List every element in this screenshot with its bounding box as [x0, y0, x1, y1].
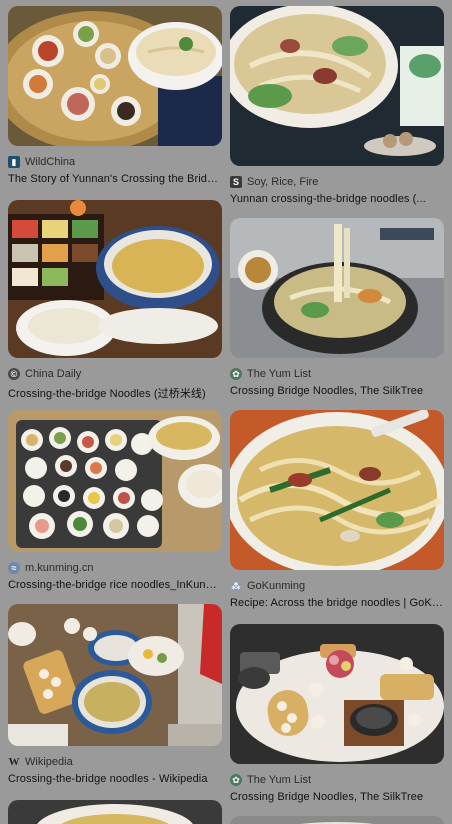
result-thumbnail[interactable]: [230, 6, 444, 166]
result-title[interactable]: The Story of Yunnan's Crossing the Bridg…: [8, 173, 222, 185]
source-row[interactable]: ⁂ GoKunming: [230, 578, 444, 594]
tray-of-dishes-image: [8, 410, 222, 552]
result-card[interactable]: S Soy, Rice, Fire Yunnan crossing-the-br…: [230, 6, 444, 205]
wikipedia-icon: W: [8, 756, 20, 768]
source-row[interactable]: ✿ The Yum List: [230, 772, 444, 788]
result-title[interactable]: Crossing Bridge Noodles, The SilkTree: [230, 385, 444, 397]
noodle-platter-image: [8, 6, 222, 146]
result-card-partial[interactable]: [230, 816, 444, 824]
result-card[interactable]: © China Daily Crossing-the-bridge Noodle…: [8, 200, 222, 400]
wildchina-icon: ▮: [8, 156, 20, 168]
source-row[interactable]: ✿ The Yum List: [230, 366, 444, 382]
banquet-table-image: [230, 624, 444, 764]
broth-and-sides-image: [8, 200, 222, 358]
source-row[interactable]: ≈ m.kunming.cn: [8, 560, 222, 576]
noodle-bowl-image: [230, 6, 444, 166]
source-name: m.kunming.cn: [25, 562, 94, 574]
source-name: GoKunming: [247, 580, 306, 592]
china-daily-icon: ©: [8, 368, 20, 380]
source-name: China Daily: [25, 368, 82, 380]
result-thumbnail[interactable]: [8, 800, 222, 824]
result-thumbnail[interactable]: [8, 6, 222, 146]
stone-pot-image: [230, 218, 444, 358]
yum-list-icon: ✿: [230, 774, 242, 786]
result-title[interactable]: Yunnan crossing-the-bridge noodles (...: [230, 193, 444, 205]
result-thumbnail[interactable]: [230, 624, 444, 764]
source-row[interactable]: S Soy, Rice, Fire: [230, 174, 444, 190]
result-title[interactable]: Crossing Bridge Noodles, The SilkTree: [230, 791, 444, 803]
source-name: The Yum List: [247, 368, 311, 380]
source-name: Wikipedia: [25, 756, 73, 768]
result-title[interactable]: Crossing-the-bridge noodles - Wikipedia: [8, 773, 222, 785]
source-name: Soy, Rice, Fire: [247, 176, 319, 188]
source-row[interactable]: W Wikipedia: [8, 754, 222, 770]
result-card[interactable]: ≈ m.kunming.cn Crossing-the-bridge rice …: [8, 410, 222, 594]
result-thumbnail[interactable]: [230, 816, 444, 824]
source-name: The Yum List: [247, 774, 311, 786]
source-row[interactable]: © China Daily: [8, 366, 222, 382]
gokunming-icon: ⁂: [230, 580, 242, 592]
result-card[interactable]: ✿ The Yum List Crossing Bridge Noodles, …: [230, 218, 444, 400]
result-card[interactable]: ✿ The Yum List Crossing Bridge Noodles, …: [230, 624, 444, 806]
result-thumbnail[interactable]: [230, 410, 444, 570]
result-thumbnail[interactable]: [8, 410, 222, 552]
source-name: WildChina: [25, 156, 76, 168]
result-title[interactable]: Recipe: Across the bridge noodles | GoKu…: [230, 597, 444, 609]
image-results-grid: ▮ WildChina The Story of Yunnan's Crossi…: [0, 0, 452, 824]
partial-image: [230, 816, 444, 824]
source-row[interactable]: ▮ WildChina: [8, 154, 222, 170]
result-thumbnail[interactable]: [230, 218, 444, 358]
result-thumbnail[interactable]: [8, 200, 222, 358]
noodle-soup-closeup-image: [230, 410, 444, 570]
soy-rice-fire-icon: S: [230, 176, 242, 188]
result-card[interactable]: ⁂ GoKunming Recipe: Across the bridge no…: [230, 410, 444, 614]
table-spread-image: [8, 604, 222, 746]
partial-bowl-image: [8, 800, 222, 824]
kunming-icon: ≈: [8, 562, 20, 574]
result-thumbnail[interactable]: [8, 604, 222, 746]
yum-list-icon: ✿: [230, 368, 242, 380]
result-card[interactable]: W Wikipedia Crossing-the-bridge noodles …: [8, 604, 222, 788]
result-card-partial[interactable]: [8, 800, 222, 824]
result-card[interactable]: ▮ WildChina The Story of Yunnan's Crossi…: [8, 6, 222, 190]
result-title[interactable]: Crossing-the-bridge rice noodles_InKunmi…: [8, 579, 222, 591]
result-title[interactable]: Crossing-the-bridge Noodles (过桥米线): [8, 385, 222, 401]
